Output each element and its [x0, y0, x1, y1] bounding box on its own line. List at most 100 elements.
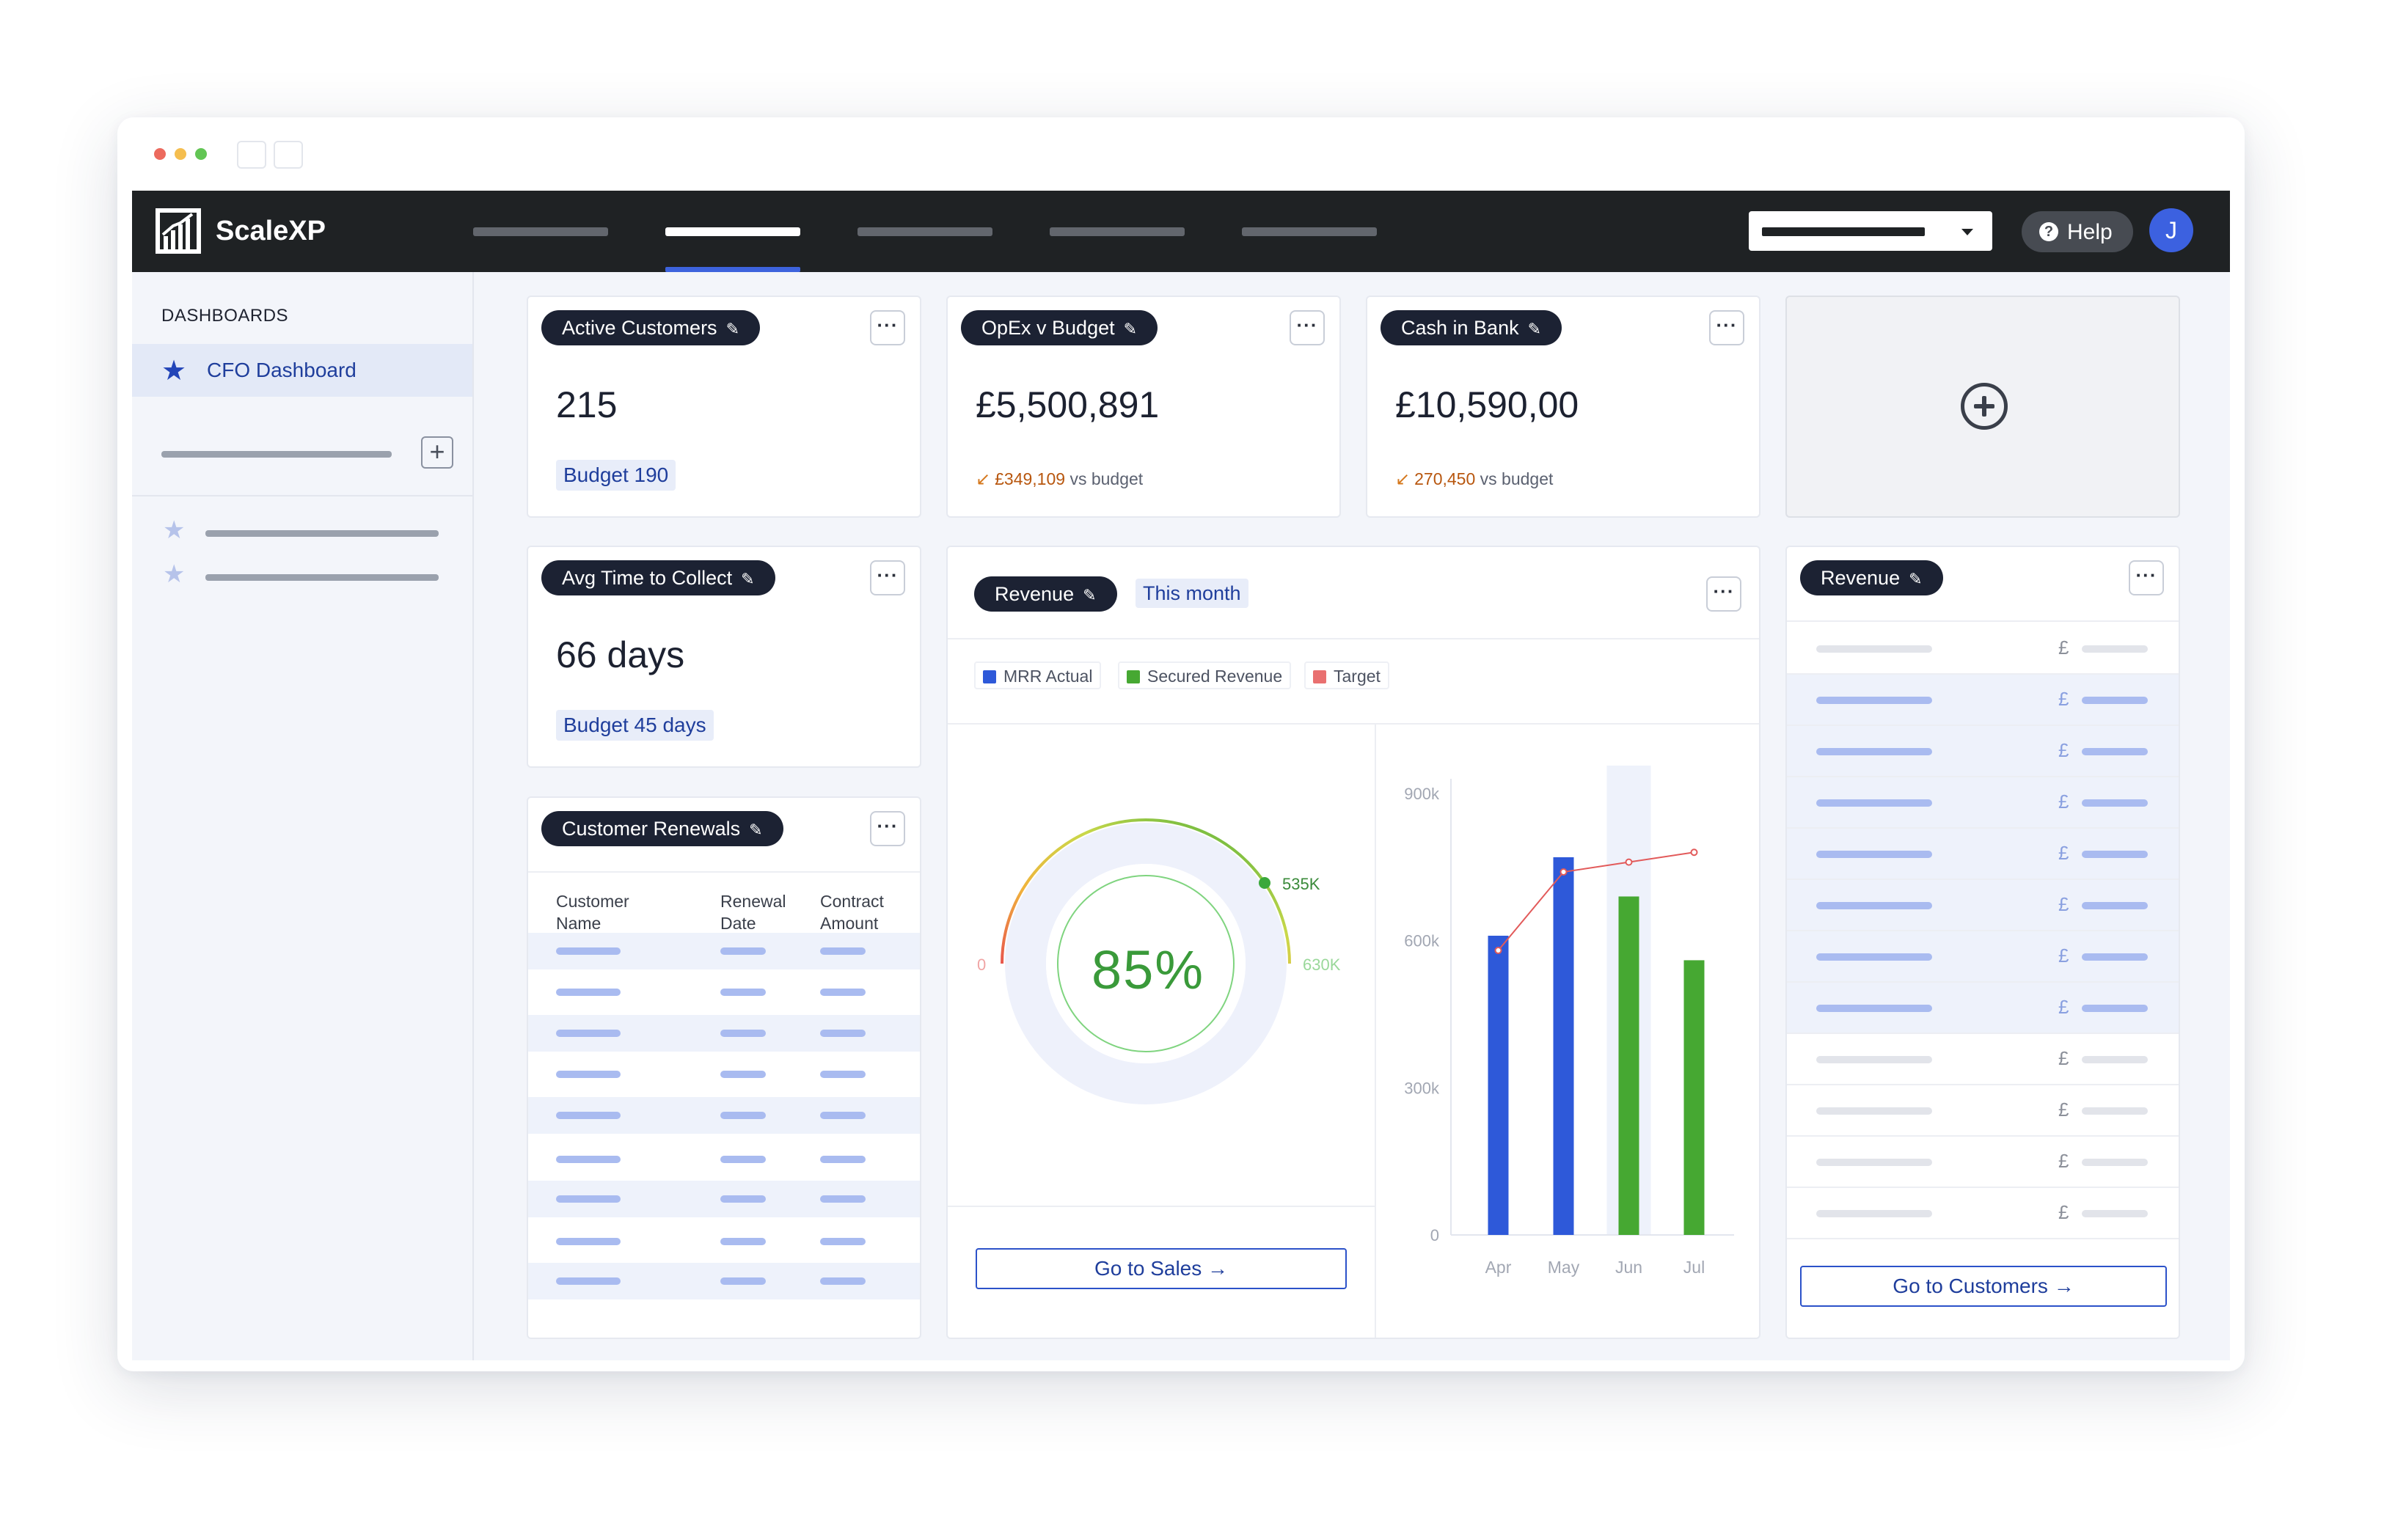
- active-customers-title[interactable]: Active Customers ✎: [541, 310, 760, 345]
- list-item[interactable]: £: [1787, 1137, 2179, 1188]
- cell-placeholder: [556, 1156, 621, 1163]
- window-tab-button[interactable]: [274, 141, 303, 169]
- legend-secured-revenue[interactable]: Secured Revenue: [1118, 661, 1292, 689]
- currency-symbol: £: [2058, 893, 2069, 915]
- target-point-jun: [1625, 858, 1633, 866]
- user-avatar[interactable]: J: [2149, 208, 2193, 252]
- list-item[interactable]: £: [1787, 675, 2179, 726]
- legend-target[interactable]: Target: [1304, 661, 1389, 689]
- revenue-bar-chart: 900k 600k 300k 0 Apr May Jun Jul: [1404, 766, 1734, 1277]
- table-row[interactable]: [528, 1141, 920, 1178]
- sidebar-section-title: DASHBOARDS: [161, 306, 289, 326]
- pencil-icon: ✎: [749, 821, 763, 839]
- go-to-sales-button[interactable]: Go to Sales →: [976, 1248, 1347, 1289]
- card-title-label: Customer Renewals: [562, 818, 741, 840]
- table-row[interactable]: [528, 1056, 920, 1093]
- table-row[interactable]: [528, 1015, 920, 1052]
- avg-time-collect-card: Avg Time to Collect ✎ ··· 66 days Budget …: [527, 546, 921, 768]
- cell-placeholder: [556, 947, 621, 955]
- go-to-customers-button[interactable]: Go to Customers →: [1800, 1266, 2167, 1307]
- card-menu-button[interactable]: ···: [870, 560, 905, 595]
- x-tick-label: Apr: [1485, 1258, 1512, 1277]
- budget-badge: Budget 45 days: [556, 710, 714, 741]
- legend-swatch: [1313, 670, 1326, 683]
- close-window-dot[interactable]: [154, 148, 166, 160]
- list-item[interactable]: £: [1787, 1034, 2179, 1085]
- cash-variance: ↙ 270,450 vs budget: [1395, 469, 1553, 490]
- table-row[interactable]: [528, 1263, 920, 1299]
- card-menu-button[interactable]: ···: [1290, 310, 1325, 345]
- cell-placeholder: [720, 1071, 766, 1078]
- cell-placeholder: [556, 1030, 621, 1037]
- list-item[interactable]: £: [1787, 777, 2179, 829]
- card-title-label: Revenue: [995, 583, 1075, 605]
- list-item[interactable]: £: [1787, 623, 2179, 675]
- table-row[interactable]: [528, 933, 920, 969]
- nav-item-1[interactable]: [473, 227, 608, 236]
- revenue-title[interactable]: Revenue ✎: [974, 576, 1117, 612]
- customer-name-placeholder: [1816, 748, 1932, 755]
- add-dashboard-button[interactable]: +: [421, 436, 453, 469]
- column-header-customer-name[interactable]: Customer Name: [556, 890, 629, 934]
- list-item[interactable]: £: [1787, 829, 2179, 880]
- list-item[interactable]: £: [1787, 726, 2179, 777]
- column-header-contract-amount[interactable]: Contract Amount: [820, 890, 884, 934]
- table-row[interactable]: [528, 1097, 920, 1134]
- cell-placeholder: [556, 1195, 621, 1203]
- revenue-list-title[interactable]: Revenue ✎: [1800, 560, 1943, 595]
- x-tick-label: Jul: [1683, 1258, 1705, 1277]
- list-item[interactable]: £: [1787, 1085, 2179, 1137]
- opex-variance: ↙ £349,109 vs budget: [976, 469, 1143, 490]
- cash-title[interactable]: Cash in Bank ✎: [1381, 310, 1562, 345]
- pencil-icon: ✎: [1123, 320, 1138, 338]
- nav-item-3[interactable]: [858, 227, 992, 236]
- customer-name-placeholder: [1816, 697, 1932, 704]
- entity-select[interactable]: [1749, 211, 1992, 251]
- sidebar-item-placeholder-1[interactable]: [205, 530, 439, 537]
- table-row[interactable]: [528, 1223, 920, 1260]
- opex-title[interactable]: OpEx v Budget ✎: [961, 310, 1158, 345]
- cell-placeholder: [820, 1071, 866, 1078]
- customer-name-placeholder: [1816, 1005, 1932, 1012]
- more-icon: ···: [2135, 564, 2157, 586]
- card-menu-button[interactable]: ···: [1706, 576, 1741, 612]
- cell-placeholder: [720, 1195, 766, 1203]
- gauge-marker-dot: [1259, 877, 1270, 889]
- nav-item-5[interactable]: [1242, 227, 1377, 236]
- cell-placeholder: [820, 1195, 866, 1203]
- list-item[interactable]: £: [1787, 880, 2179, 931]
- sidebar-toggle-button[interactable]: [237, 141, 266, 169]
- amount-placeholder: [2082, 1056, 2148, 1063]
- list-item[interactable]: £: [1787, 1188, 2179, 1239]
- legend-mrr-actual[interactable]: MRR Actual: [974, 661, 1102, 689]
- top-navigation-bar: ScaleXP ? Help J: [132, 191, 2230, 272]
- active-customers-card: Active Customers ✎ ··· 215 Budget 190: [527, 296, 921, 518]
- minimize-window-dot[interactable]: [175, 148, 186, 160]
- column-header-renewal-date[interactable]: Renewal Date: [720, 890, 786, 934]
- card-title-label: Active Customers: [562, 317, 717, 339]
- avg-collect-title[interactable]: Avg Time to Collect ✎: [541, 560, 775, 595]
- sidebar-item-cfo-dashboard[interactable]: ★ CFO Dashboard: [132, 344, 472, 397]
- nav-item-4[interactable]: [1050, 227, 1185, 236]
- maximize-window-dot[interactable]: [195, 148, 207, 160]
- gauge-percent: 85%: [1092, 939, 1205, 1000]
- list-item[interactable]: £: [1787, 931, 2179, 983]
- table-row[interactable]: [528, 974, 920, 1011]
- budget-badge: Budget 190: [556, 460, 676, 491]
- sidebar-item-placeholder-2[interactable]: [205, 574, 439, 581]
- card-menu-button[interactable]: ···: [870, 811, 905, 846]
- card-menu-button[interactable]: ···: [870, 310, 905, 345]
- target-point-may: [1559, 868, 1568, 876]
- card-menu-button[interactable]: ···: [1709, 310, 1744, 345]
- help-button[interactable]: ? Help: [2022, 211, 2133, 252]
- card-menu-button[interactable]: ···: [2129, 560, 2164, 595]
- target-line: [1497, 851, 1694, 951]
- nav-item-2-active[interactable]: [665, 227, 800, 236]
- list-item[interactable]: £: [1787, 983, 2179, 1034]
- legend-swatch: [1127, 670, 1140, 683]
- period-badge[interactable]: This month: [1136, 579, 1248, 608]
- table-row[interactable]: [528, 1181, 920, 1217]
- amount-placeholder: [2082, 645, 2148, 653]
- renewals-title[interactable]: Customer Renewals ✎: [541, 811, 783, 846]
- add-widget-card[interactable]: [1785, 296, 2180, 518]
